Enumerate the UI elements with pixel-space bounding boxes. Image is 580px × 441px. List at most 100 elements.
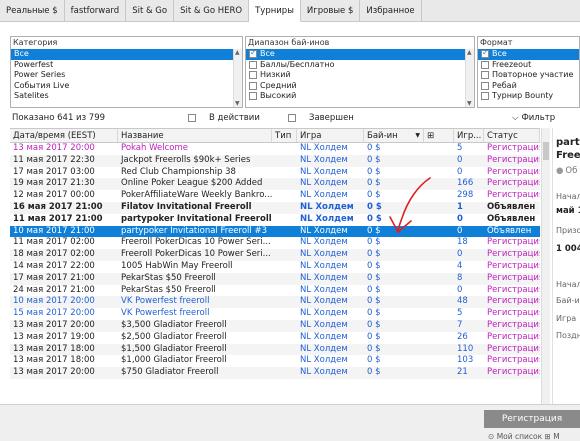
table-row[interactable]: 18 мая 2017 02:00 Freeroll PokerDicas 10 …: [10, 249, 540, 261]
scroll-up-icon[interactable]: ▲: [235, 49, 240, 56]
format-item[interactable]: Все: [478, 48, 579, 60]
checkbox[interactable]: [249, 71, 257, 80]
tab-tournaments[interactable]: Турниры: [249, 0, 301, 22]
table-row[interactable]: 10 мая 2017 20:00 VK Powerfest freeroll NL…: [10, 296, 540, 309]
my-list-label: Мой список: [496, 432, 543, 441]
tab-play-money[interactable]: Игровые $: [301, 0, 361, 22]
table-row[interactable]: 13 мая 2017 20:00 $750 Gladiator Freeroll…: [10, 367, 540, 379]
buyin-item[interactable]: Низкий: [246, 70, 474, 81]
table-row[interactable]: 12 мая 2017 00:00 PokerAffiliateWare Week…: [10, 190, 540, 202]
checkbox[interactable]: [249, 81, 257, 90]
cell-game: NL Холдем: [300, 249, 348, 260]
checkbox[interactable]: [249, 48, 257, 59]
column-header-date[interactable]: Дата/время (EEST): [10, 129, 118, 142]
table-row[interactable]: 19 мая 2017 21:30 Online Poker League $20…: [10, 178, 540, 191]
table-row[interactable]: 11 мая 2017 21:00 partypoker Invitational…: [10, 214, 540, 226]
category-item[interactable]: Все: [11, 49, 242, 60]
format-item[interactable]: Турнир Bounty: [478, 91, 579, 102]
table-row[interactable]: 11 мая 2017 02:00 Freeroll PokerDicas 10 …: [10, 237, 540, 249]
cell-name: $1,500 Gladiator Freeroll: [121, 343, 227, 354]
register-button[interactable]: Регистрация: [484, 410, 580, 428]
cell-status: Регистрация: [487, 237, 540, 248]
tab-sit-and-go-hero[interactable]: Sit & Go HERO: [174, 0, 250, 22]
table-row[interactable]: 14 мая 2017 22:00 1005 HabWin May Freerol…: [10, 261, 540, 273]
my-list-link[interactable]: ⊙ Мой список ⊞ М: [488, 432, 560, 441]
in-action-checkbox[interactable]: [188, 114, 196, 122]
cell-name: VK Powerfest freeroll: [121, 308, 210, 319]
scroll-down-icon[interactable]: ▼: [467, 100, 472, 107]
cell-players: 26: [457, 331, 468, 342]
table-header: Дата/время (EEST) Название Тип Игра Бай-…: [10, 129, 540, 143]
cell-type: [272, 355, 297, 367]
table-row[interactable]: 13 мая 2017 18:00 $1,000 Gladiator Freero…: [10, 355, 540, 367]
table-row[interactable]: 10 мая 2017 21:00 partypoker Invitational…: [10, 225, 540, 238]
cell-type: [272, 296, 297, 308]
column-header-type[interactable]: Тип: [272, 129, 297, 142]
buyin-item-label: Низкий: [260, 70, 291, 79]
format-item[interactable]: Freezeout: [478, 60, 579, 71]
table-row[interactable]: 17 мая 2017 03:00 Red Club Championship 3…: [10, 167, 540, 179]
buyin-item[interactable]: Высокий: [246, 91, 474, 102]
checkbox[interactable]: [481, 81, 489, 90]
buyin-item[interactable]: Средний: [246, 81, 474, 92]
column-header-buyin[interactable]: Бай-ин ▼: [364, 129, 424, 142]
checkbox[interactable]: [481, 71, 489, 80]
checkbox[interactable]: [249, 92, 257, 101]
scroll-up-icon[interactable]: ▲: [467, 49, 472, 56]
checkbox[interactable]: [249, 60, 257, 69]
format-filter: Формат Все Freezeout Повторное участие Р…: [477, 36, 580, 108]
column-header-status[interactable]: Статус: [484, 129, 540, 142]
tab-sit-and-go[interactable]: Sit & Go: [126, 0, 175, 22]
category-scrollbar[interactable]: ▲ ▼: [233, 49, 242, 107]
tab-fastforward[interactable]: fastforward: [65, 0, 127, 22]
scroll-down-icon[interactable]: ▼: [235, 100, 240, 107]
table-row[interactable]: 13 мая 2017 19:00 $2,500 Gladiator Freero…: [10, 332, 540, 344]
tab-real-money[interactable]: Реальные $: [0, 0, 65, 22]
table-row[interactable]: 11 мая 2017 22:30 Jackpot Freerolls $90k+…: [10, 154, 540, 167]
cell-game: NL Холдем: [300, 190, 348, 201]
column-header-table-icon[interactable]: ⊞: [424, 129, 454, 142]
buyin-scrollbar[interactable]: ▲ ▼: [465, 49, 474, 107]
table-row[interactable]: 13 мая 2017 20:00 $3,500 Gladiator Freero…: [10, 319, 540, 332]
cell-buyin: 0 $: [367, 355, 381, 366]
category-item[interactable]: Powerfest: [11, 60, 242, 71]
category-item[interactable]: События Live: [11, 81, 242, 92]
late-reg-label: Поздня: [556, 331, 580, 340]
format-item[interactable]: Ребай: [478, 81, 579, 92]
finished-toggle[interactable]: Завершен: [288, 111, 354, 125]
format-filter-header: Формат: [478, 37, 579, 49]
cell-status: Регистрация: [487, 343, 540, 354]
checkbox[interactable]: [481, 60, 489, 69]
cell-table: [424, 320, 454, 332]
table-row[interactable]: 24 мая 2017 21:00 PekarStas $50 Freeroll N…: [10, 285, 540, 297]
category-item[interactable]: Power Series: [11, 70, 242, 81]
table-scrollbar[interactable]: [541, 128, 550, 404]
finished-checkbox[interactable]: [288, 114, 296, 122]
table-row[interactable]: 15 мая 2017 20:00 VK Powerfest freeroll NL…: [10, 308, 540, 320]
table-row[interactable]: 13 мая 2017 18:00 $1,500 Gladiator Freero…: [10, 343, 540, 356]
buyin-item[interactable]: Все: [246, 48, 474, 60]
column-header-name[interactable]: Название: [118, 129, 272, 142]
checkbox[interactable]: [481, 92, 489, 101]
favorite-toggle[interactable]: ● Об: [556, 166, 577, 176]
tab-bar: Реальные $ fastforward Sit & Go Sit & Go…: [0, 0, 580, 22]
format-item[interactable]: Повторное участие: [478, 70, 579, 81]
table-row[interactable]: 17 мая 2017 21:00 PekarStas $50 Freeroll N…: [10, 272, 540, 285]
buyin-item[interactable]: Баллы/Бесплатно: [246, 60, 474, 71]
cell-date: 19 мая 2017 21:30: [13, 178, 95, 189]
in-action-toggle[interactable]: В действии: [188, 111, 260, 125]
cell-players: 103: [457, 355, 474, 366]
table-row[interactable]: 16 мая 2017 21:00 Filatov Invitational Fr…: [10, 201, 540, 214]
table-row[interactable]: 13 мая 2017 20:00 Pokah Welcome NL Холдем 0…: [10, 143, 540, 155]
checkbox[interactable]: [481, 48, 489, 59]
column-header-players[interactable]: Игр...: [454, 129, 484, 142]
filter-button[interactable]: ⌵ Фильтр: [512, 111, 555, 125]
scrollbar-thumb[interactable]: [543, 142, 549, 160]
category-item[interactable]: Satelites: [11, 91, 242, 102]
tab-favorites[interactable]: Избранное: [360, 0, 422, 22]
cell-table: [424, 296, 454, 308]
column-header-game[interactable]: Игра: [297, 129, 364, 142]
cell-game: NL Холдем: [300, 308, 348, 319]
cell-buyin: 0 $: [367, 143, 381, 153]
cell-status: Регистрация: [487, 166, 540, 177]
